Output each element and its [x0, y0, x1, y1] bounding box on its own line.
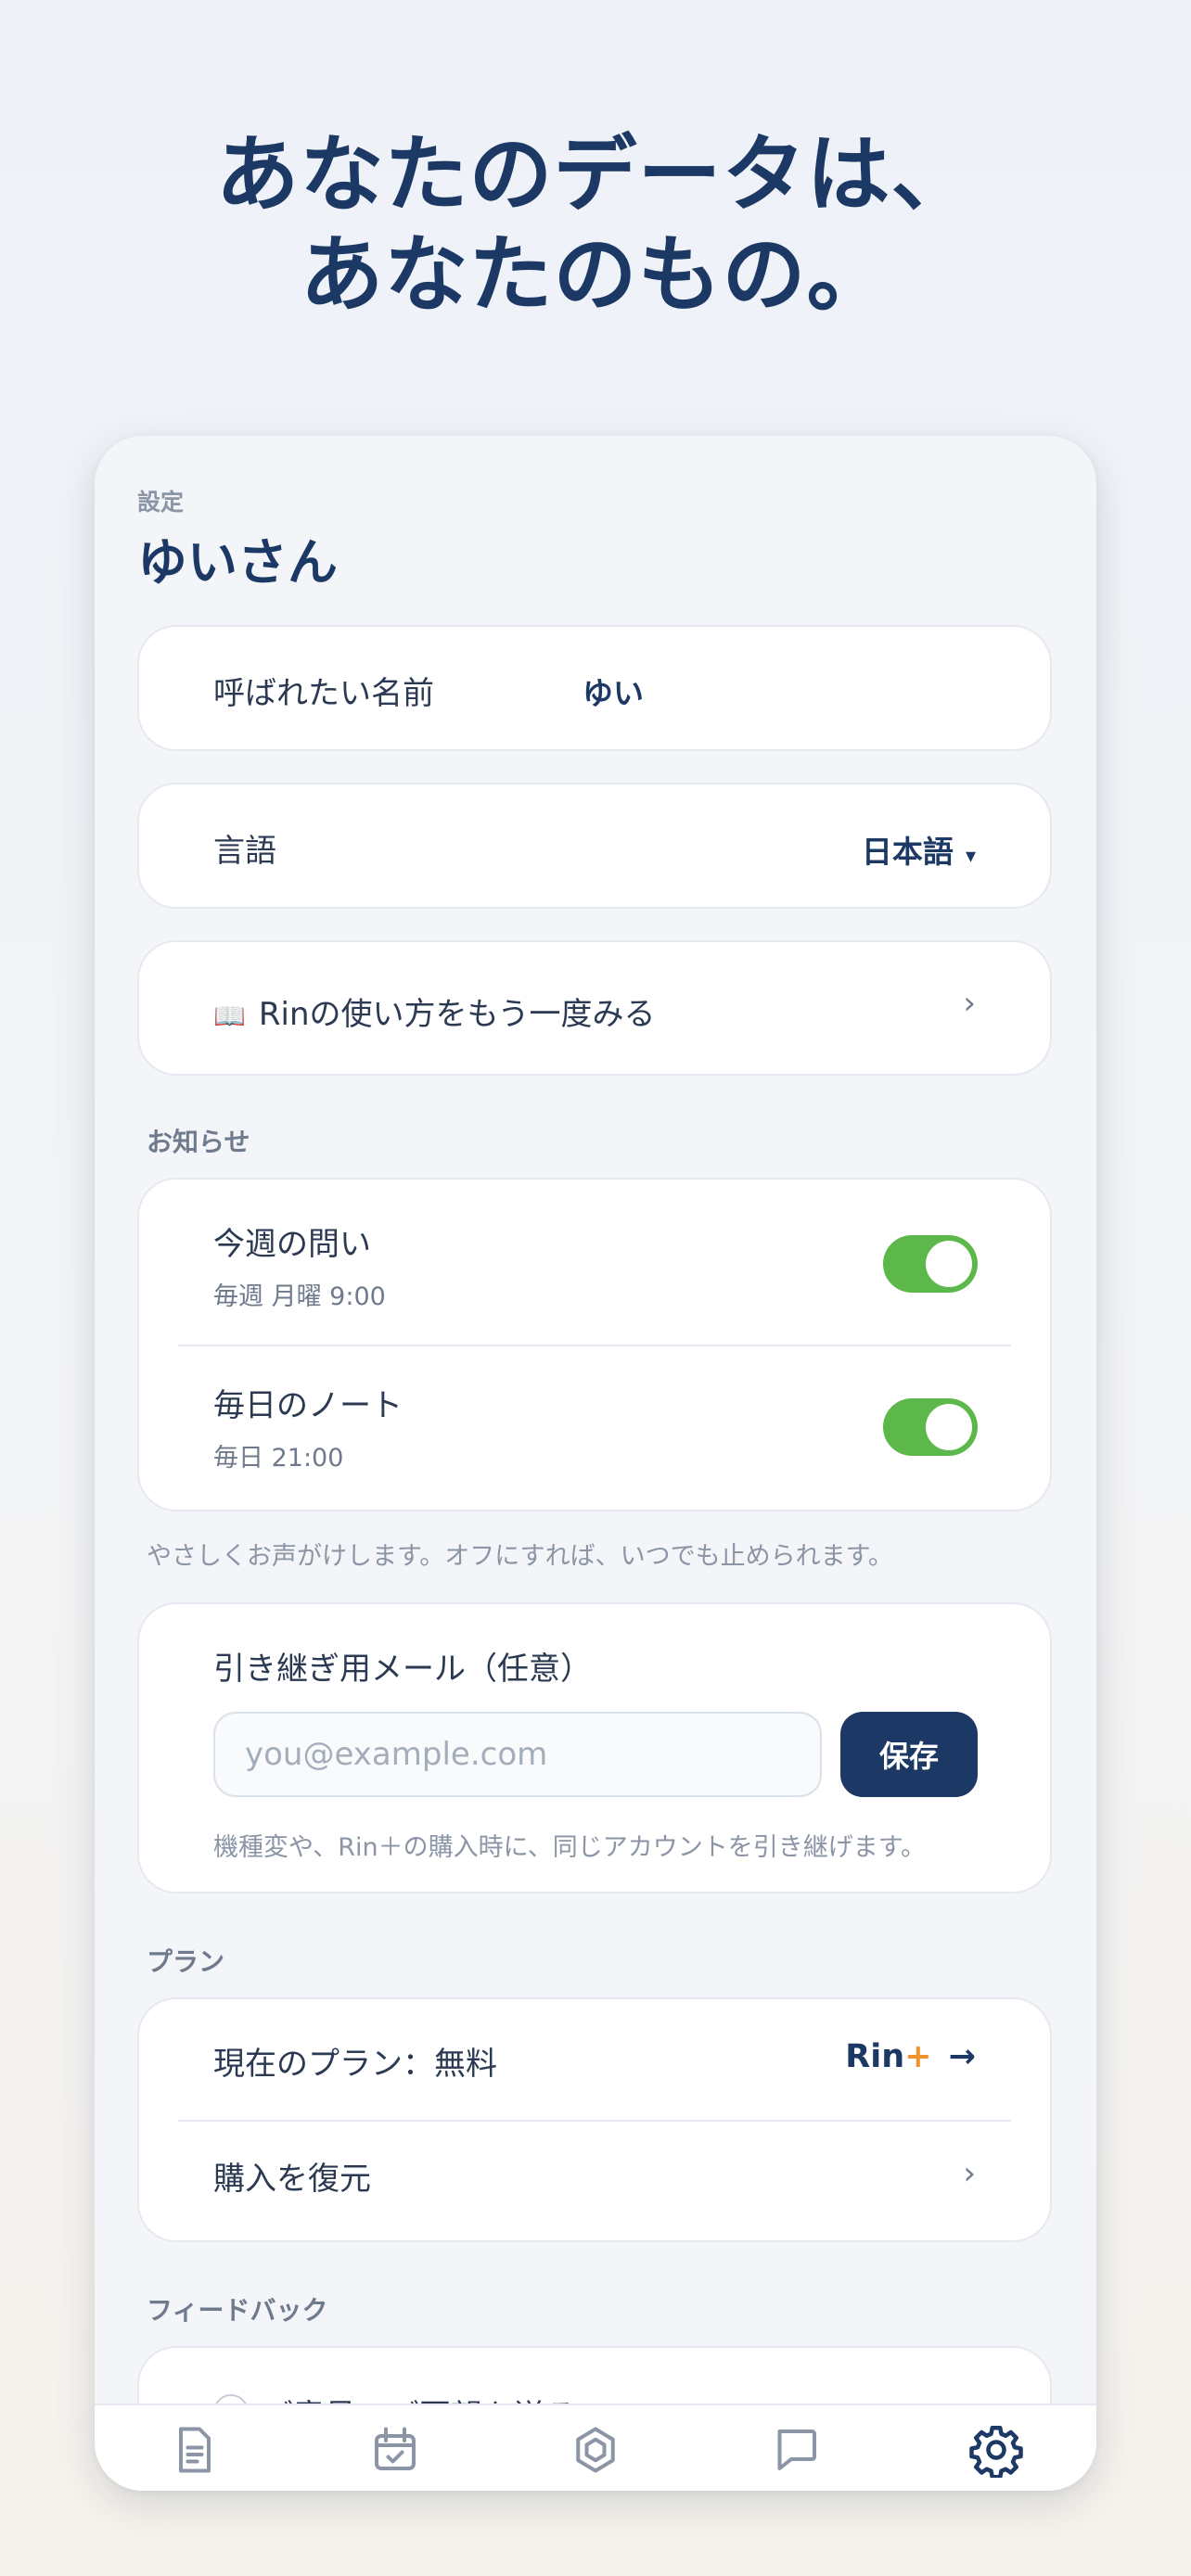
document-icon — [179, 2427, 211, 2473]
toggle-knob — [926, 1404, 972, 1450]
chevron-right-icon: › — [963, 2155, 976, 2192]
language-select[interactable]: 日本語 ▾ — [862, 827, 976, 872]
upgrade-brand: Rin — [845, 2038, 905, 2075]
weekly-question-title: 今週の問い — [213, 1226, 371, 1263]
weekly-question-toggle[interactable] — [883, 1235, 978, 1293]
plan-card: 現在のプラン：無料 Rin+ → 購入を復元 › — [137, 1997, 1052, 2242]
plus-icon: + — [904, 2038, 932, 2075]
divider — [178, 2120, 1011, 2122]
hexagon-icon — [576, 2427, 615, 2473]
daily-note-toggle[interactable] — [883, 1398, 978, 1456]
save-button[interactable]: 保存 — [840, 1712, 978, 1797]
plan-section-label: プラン — [147, 1946, 225, 1977]
name-label: 呼ばれたい名前 — [213, 675, 434, 712]
tab-bar — [95, 2404, 1096, 2491]
gear-icon — [969, 2426, 1023, 2480]
tutorial-label-wrap: 📖 Rinの使い方をもう一度みる — [213, 988, 655, 1034]
notifications-card: 今週の問い 毎週 月曜 9:00 毎日のノート 毎日 21:00 — [137, 1178, 1052, 1511]
notifications-note: やさしくお声がけします。オフにすれば、いつでも止められます。 — [147, 1542, 893, 1571]
chat-bubble-icon — [777, 2429, 816, 2470]
language-row[interactable]: 言語 日本語 ▾ — [137, 783, 1052, 909]
upgrade-plan-link[interactable]: Rin+ → — [845, 2038, 976, 2075]
feedback-section-label: フィードバック — [147, 2295, 328, 2326]
tab-calendar[interactable] — [367, 2422, 423, 2478]
name-row[interactable]: 呼ばれたい名前 ゆい — [137, 625, 1052, 751]
tutorial-row[interactable]: 📖 Rinの使い方をもう一度みる › — [137, 940, 1052, 1076]
restore-purchase-label[interactable]: 購入を復元 — [213, 2153, 371, 2199]
hero-line-1: あなたのデータは、 — [215, 126, 976, 223]
language-value: 日本語 — [861, 834, 954, 870]
arrow-right-icon: → — [948, 2038, 976, 2075]
calendar-check-icon — [375, 2427, 416, 2470]
email-title: 引き継ぎ用メール（任意） — [213, 1651, 592, 1688]
tutorial-label: Rinの使い方をもう一度みる — [258, 996, 656, 1033]
email-note: 機種変や、Rin＋の購入時に、同じアカウントを引き継げます。 — [213, 1833, 927, 1862]
tab-notes[interactable] — [167, 2422, 223, 2478]
tab-settings[interactable] — [968, 2422, 1024, 2480]
language-label: 言語 — [213, 833, 276, 870]
daily-note-schedule: 毎日 21:00 — [213, 1444, 344, 1473]
notifications-section-label: お知らせ — [147, 1127, 250, 1157]
hero-line-2: あなたのもの。 — [300, 226, 891, 324]
chevron-right-icon: › — [963, 985, 976, 1022]
hero-headline: あなたのデータは、 あなたのもの。 — [0, 125, 1191, 325]
weekly-question-schedule: 毎週 月曜 9:00 — [213, 1282, 386, 1311]
tab-chat[interactable] — [768, 2422, 824, 2478]
daily-note-title: 毎日のノート — [213, 1387, 403, 1424]
screen-eyebrow: 設定 — [137, 489, 185, 516]
current-plan-label: 現在のプラン：無料 — [213, 2046, 497, 2083]
page-title: ゆいさん — [137, 533, 338, 592]
settings-screen: 設定 ゆいさん 呼ばれたい名前 ゆい 言語 日本語 ▾ 📖 Rinの使い方をもう一… — [95, 436, 1096, 2491]
name-value[interactable]: ゆい — [583, 669, 644, 713]
email-card: 引き継ぎ用メール（任意） 保存 機種変や、Rin＋の購入時に、同じアカウントを引… — [137, 1602, 1052, 1894]
tab-home[interactable] — [568, 2422, 623, 2478]
divider — [178, 1345, 1011, 1346]
book-icon: 📖 — [213, 1001, 246, 1031]
chevron-down-icon: ▾ — [965, 845, 976, 868]
email-input[interactable] — [213, 1712, 822, 1797]
toggle-knob — [926, 1241, 972, 1287]
